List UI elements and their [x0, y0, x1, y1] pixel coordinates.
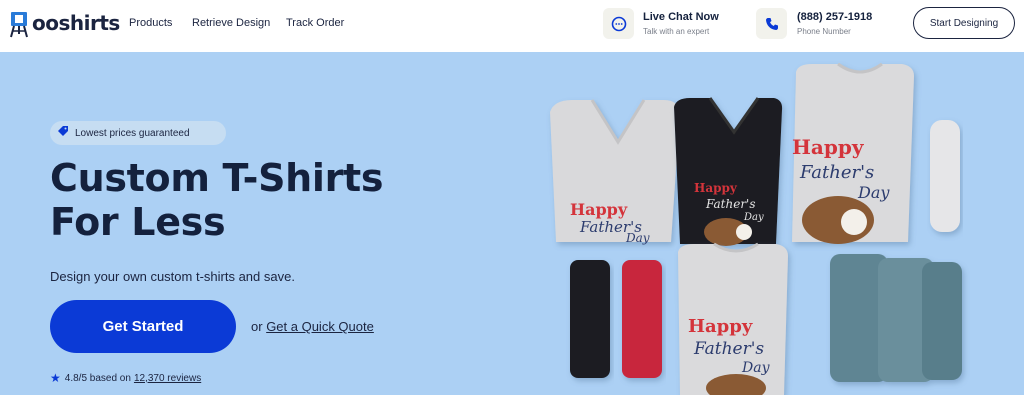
baseball-print	[841, 209, 867, 235]
lowest-price-badge: Lowest prices guaranteed	[50, 121, 226, 145]
hero-subtitle: Design your own custom t-shirts and save…	[50, 269, 295, 284]
baseball-print	[736, 224, 752, 240]
price-tag-icon	[57, 124, 69, 142]
nav-products[interactable]: Products	[129, 17, 172, 29]
print-fathers: Father's	[693, 339, 764, 359]
logo[interactable]: ooshirts	[8, 10, 120, 38]
reviews-link[interactable]: 12,370 reviews	[134, 373, 201, 384]
phone-number[interactable]: (888) 257-1918	[797, 11, 872, 23]
rolled-gray-shirt	[930, 120, 960, 232]
star-icon: ★	[50, 371, 61, 385]
badge-text: Lowest prices guaranteed	[75, 127, 190, 139]
folded-red-shirt	[622, 260, 662, 378]
print-happy: Happy	[688, 316, 753, 337]
nav-retrieve-design[interactable]: Retrieve Design	[192, 17, 270, 29]
rating-row: ★ 4.8/5 based on 12,370 reviews	[50, 371, 201, 385]
or-text: or	[251, 319, 263, 334]
phone-icon[interactable]	[756, 8, 787, 39]
chat-bubble-icon[interactable]	[603, 8, 634, 39]
print-day: Day	[857, 183, 890, 202]
start-designing-button[interactable]: Start Designing	[913, 7, 1015, 39]
folded-black-shirt	[570, 260, 610, 378]
easel-logo-icon	[8, 10, 30, 38]
rating-text: 4.8/5 based on	[64, 372, 131, 384]
logo-text: ooshirts	[32, 11, 120, 35]
print-happy: Happy	[694, 181, 738, 195]
print-day: Day	[625, 231, 650, 245]
hero-section: Lowest prices guaranteed Custom T-Shirts…	[0, 52, 1024, 395]
get-started-button[interactable]: Get Started	[50, 300, 236, 353]
print-day: Day	[743, 212, 764, 223]
live-chat-subtitle: Talk with an expert	[643, 27, 710, 36]
print-fathers: Father's	[799, 162, 874, 183]
nav-track-order[interactable]: Track Order	[286, 17, 344, 29]
quick-quote-row: or Get a Quick Quote	[251, 319, 374, 334]
print-day: Day	[741, 360, 771, 376]
print-fathers: Father's	[705, 197, 756, 211]
folded-teal-shirts	[830, 254, 962, 382]
print-happy: Happy	[570, 200, 628, 219]
headline-line-1: Custom T-Shirts	[50, 156, 384, 200]
headline-line-2: For Less	[50, 200, 226, 244]
print-happy: Happy	[792, 135, 865, 159]
hero-headline: Custom T-Shirts For Less	[50, 156, 470, 244]
phone-label: Phone Number	[797, 27, 851, 36]
shirts-illustration: Happy Father's Day Happy Father's Day Ha…	[530, 52, 1024, 395]
site-header: ooshirts Products Retrieve Design Track …	[0, 0, 1024, 52]
quick-quote-link[interactable]: Get a Quick Quote	[266, 319, 374, 334]
live-chat-title[interactable]: Live Chat Now	[643, 11, 719, 23]
